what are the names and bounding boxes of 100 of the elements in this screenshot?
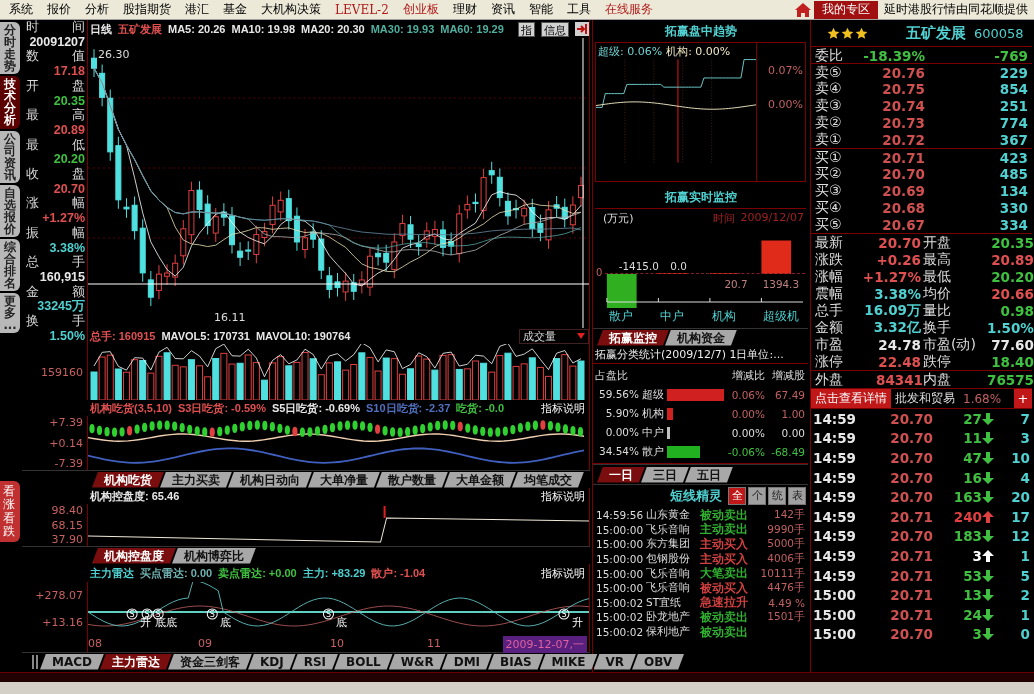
tick-price: 20.70 xyxy=(889,489,933,506)
tab[interactable]: W&R xyxy=(388,653,446,670)
side-tab[interactable]: 分时走势 xyxy=(0,22,20,75)
menu-item[interactable]: 报价 xyxy=(40,1,78,18)
price-value: 20.74 xyxy=(881,98,925,114)
info-value: 3.38% xyxy=(48,240,85,255)
action-cell-text: 被动卖出 xyxy=(700,507,748,522)
tab[interactable]: 机构资金 xyxy=(665,329,737,346)
table-cell-text: 0.00% xyxy=(730,407,765,420)
amount-cell-text: 4476手 xyxy=(766,581,805,596)
tab[interactable]: RSI xyxy=(291,653,339,670)
indicator-value: 吃货: -0.0 xyxy=(456,400,505,416)
tab[interactable]: 五日 xyxy=(685,466,733,483)
axis-label: 68.15 xyxy=(51,518,83,532)
star-icon xyxy=(841,26,854,40)
down-arrow-icon xyxy=(982,432,994,445)
info-label: 涨幅 xyxy=(26,196,85,212)
menu-item[interactable]: 在线服务 xyxy=(597,1,660,18)
quote-value: +1.27% xyxy=(861,268,922,285)
indicator-dropdown[interactable]: 成交量 xyxy=(519,328,589,344)
tab[interactable]: 机构吃货 xyxy=(92,471,164,488)
down-arrow-icon xyxy=(982,589,994,602)
menu-item[interactable]: 港汇 xyxy=(178,1,216,18)
side-badge[interactable]: 看涨看跌 xyxy=(0,481,20,542)
menu-item[interactable]: 基金 xyxy=(216,1,254,18)
tab[interactable]: 大单净量 xyxy=(308,471,380,488)
toolbar-button[interactable]: 信息 xyxy=(541,21,569,37)
tick-volume: 16 xyxy=(962,469,982,486)
side-tab[interactable]: 综合排名 xyxy=(0,239,20,292)
quote-value: 18.40 xyxy=(990,353,1034,370)
home-icon[interactable] xyxy=(794,1,812,18)
quote-label: 换手 xyxy=(923,318,952,337)
help-link[interactable]: 指标说明 xyxy=(541,565,589,581)
menu-item[interactable]: 理财 xyxy=(445,1,484,18)
time-label: 时间 xyxy=(712,211,735,226)
marker-label: 底 xyxy=(220,616,232,629)
quote-label: 买④ xyxy=(815,199,843,217)
detail-button[interactable]: 点击查看详情 xyxy=(811,389,891,408)
tab[interactable]: VR xyxy=(593,653,637,670)
tab[interactable]: 一日 xyxy=(597,466,645,483)
quote-value: 76575 xyxy=(987,371,1034,388)
exit-icon[interactable] xyxy=(575,22,589,36)
filter-button[interactable]: 表 xyxy=(788,486,806,505)
filter-button[interactable]: 全 xyxy=(728,486,746,505)
menu-item[interactable]: LEVEL-2 xyxy=(328,2,396,17)
action-cell: 主动买入 xyxy=(700,537,748,552)
time-cell-text: 15:00:02 xyxy=(596,611,645,624)
plus-button[interactable]: + xyxy=(1014,389,1032,408)
tab[interactable]: 均笔成交 xyxy=(512,471,584,488)
tick-price: 20.71 xyxy=(889,508,933,525)
tab[interactable]: BOLL xyxy=(334,653,393,670)
filter-button[interactable]: 个 xyxy=(748,486,766,505)
tab[interactable]: DMI xyxy=(441,653,493,670)
menu-item[interactable]: 智能 xyxy=(521,1,560,18)
tab[interactable]: 拓赢监控 xyxy=(597,329,669,346)
tab[interactable]: 三日 xyxy=(641,466,689,483)
tick-price: 20.71 xyxy=(889,587,933,604)
tab[interactable]: OBV xyxy=(632,653,685,670)
axis-label: 09 xyxy=(198,637,212,650)
tab[interactable]: 散户数量 xyxy=(376,471,448,488)
tab[interactable]: 机构博弈比 xyxy=(172,547,256,564)
tab[interactable]: 机构控盘度 xyxy=(92,547,176,564)
tab[interactable]: MIKE xyxy=(539,653,598,670)
tab[interactable]: 大单金额 xyxy=(444,471,516,488)
toolbar-button[interactable]: 指 xyxy=(518,21,535,37)
menu-item[interactable]: 工具 xyxy=(559,1,598,18)
volume-value: 334 xyxy=(998,217,1028,233)
side-tab[interactable]: 公司资讯 xyxy=(0,130,20,183)
menu-item[interactable]: 资讯 xyxy=(483,1,522,18)
tab[interactable]: 机构日动向 xyxy=(228,471,312,488)
quote-value: 20.20 xyxy=(990,268,1034,285)
menu-item[interactable]: 大机构决策 xyxy=(254,1,328,18)
zone-button[interactable]: 我的专区 xyxy=(814,0,878,19)
stock-name: 飞乐音响 xyxy=(646,581,691,596)
tab[interactable]: MACD xyxy=(40,653,104,670)
tab[interactable]: 资金三剑客 xyxy=(168,653,252,670)
menu-item[interactable]: 创业板 xyxy=(395,1,446,18)
info-value: 20.89 xyxy=(52,122,85,138)
help-link[interactable]: 指标说明 xyxy=(541,400,589,416)
time-cell-text: 15:00:00 xyxy=(596,582,645,595)
help-link[interactable]: 指标说明 xyxy=(541,488,589,504)
down-arrow-icon xyxy=(982,628,994,641)
side-tab[interactable]: 自选报价 xyxy=(0,184,20,237)
filter-button[interactable]: 统 xyxy=(768,486,786,505)
down-arrow-icon xyxy=(982,452,994,464)
menu-item[interactable]: 股指期货 xyxy=(116,1,178,18)
menu-item[interactable]: 系统 xyxy=(2,1,40,18)
time-cell-text: 15:00:00 xyxy=(596,538,645,551)
menu-item[interactable]: 分析 xyxy=(78,1,116,18)
time-cell-text: 15:00:00 xyxy=(596,567,645,580)
tab[interactable]: KDJ xyxy=(248,653,296,670)
quote-value: 16.09万 xyxy=(863,301,922,320)
tick-time: 14:59 xyxy=(813,489,857,506)
side-tab[interactable]: 更多... xyxy=(0,293,20,334)
tab[interactable]: 主力买卖 xyxy=(160,471,232,488)
panel-title: 短线精灵 xyxy=(670,486,722,505)
tab[interactable]: BIAS xyxy=(488,653,544,670)
tab[interactable]: 主力雷达 xyxy=(100,653,172,670)
tick-time: 14:59 xyxy=(813,528,857,545)
side-tab[interactable]: 技术分析 xyxy=(0,76,20,129)
